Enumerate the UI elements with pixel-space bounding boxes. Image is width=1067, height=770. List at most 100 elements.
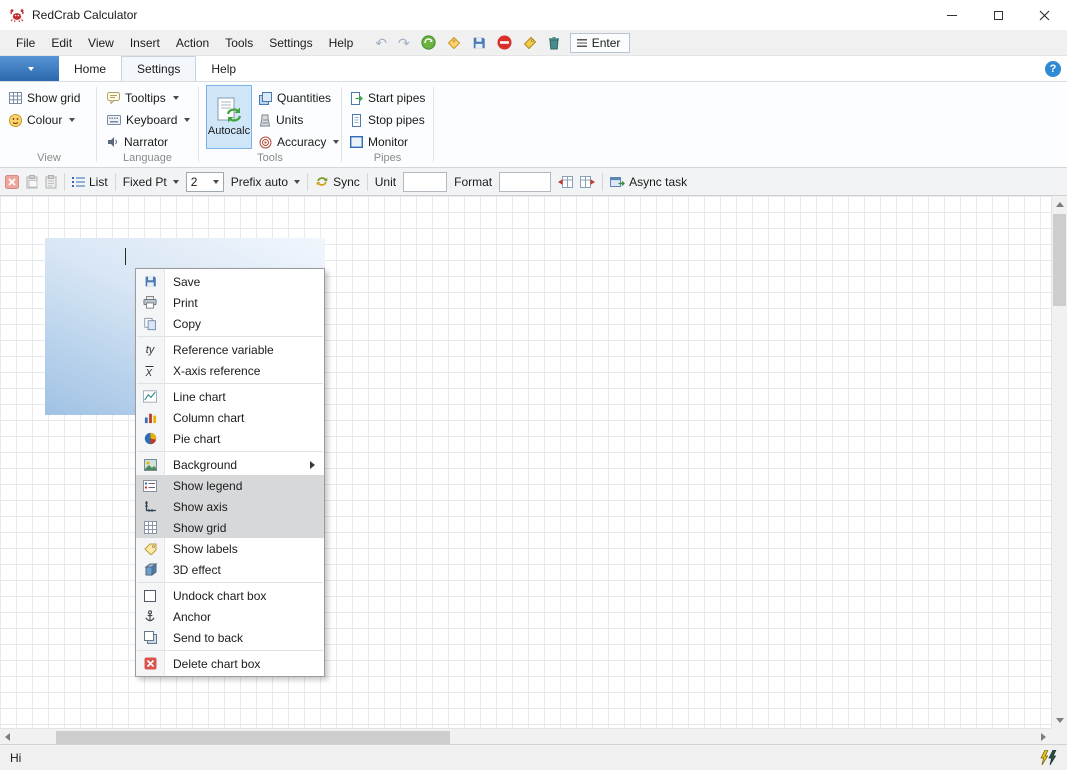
menu-item-column-chart[interactable]: Column chart xyxy=(136,407,324,428)
menu-action[interactable]: Action xyxy=(168,30,217,56)
horizontal-scroll-thumb[interactable] xyxy=(56,731,450,744)
scroll-up-button[interactable] xyxy=(1052,196,1067,212)
menu-item-save[interactable]: Save xyxy=(136,271,324,292)
tab-home-label: Home xyxy=(74,61,107,76)
menu-item-delete-chart-box[interactable]: Delete chart box xyxy=(136,653,324,674)
menu-item-undock-chart-box[interactable]: Undock chart box xyxy=(136,585,324,606)
autocalc-icon xyxy=(216,97,242,123)
menu-item-show-legend[interactable]: Show legend xyxy=(136,475,324,496)
async-task-button[interactable]: Async task xyxy=(610,175,687,189)
menu-item-reference-variable[interactable]: ty Reference variable xyxy=(136,339,324,360)
menu-item-delete-chart-box-label: Delete chart box xyxy=(173,656,261,671)
vertical-scrollbar[interactable] xyxy=(1051,196,1067,728)
menu-file[interactable]: File xyxy=(8,30,43,56)
menu-item-copy[interactable]: Copy xyxy=(136,313,324,334)
narrator-button[interactable]: Narrator xyxy=(104,132,171,152)
ribbon-tab-row: Home Settings Help ? xyxy=(0,56,1067,82)
minimize-button[interactable] xyxy=(929,0,975,30)
menu-settings[interactable]: Settings xyxy=(261,30,320,56)
reference-variable-icon: ty xyxy=(145,343,155,356)
table-arrow-left-icon[interactable] xyxy=(558,175,574,188)
save-icon[interactable] xyxy=(472,36,486,50)
column-chart-icon xyxy=(136,411,164,424)
keyboard-button[interactable]: Keyboard xyxy=(104,110,193,130)
chevron-down-icon xyxy=(69,118,76,122)
update-icon[interactable] xyxy=(421,35,436,50)
menu-item-send-to-back[interactable]: Send to back xyxy=(136,627,324,648)
paste-icon[interactable] xyxy=(26,174,38,189)
flash-sync-icon[interactable] xyxy=(1039,749,1057,766)
tooltips-button[interactable]: Tooltips xyxy=(104,88,182,108)
tab-settings[interactable]: Settings xyxy=(121,56,197,81)
menu-tools[interactable]: Tools xyxy=(217,30,261,56)
tab-home[interactable]: Home xyxy=(59,56,121,81)
menu-separator xyxy=(137,650,323,651)
colour-button[interactable]: Colour xyxy=(6,110,78,130)
stop-pipes-button[interactable]: Stop pipes xyxy=(347,110,428,130)
accuracy-button[interactable]: Accuracy xyxy=(256,132,342,152)
menu-insert[interactable]: Insert xyxy=(122,30,168,56)
colour-label: Colour xyxy=(27,113,63,127)
close-button[interactable] xyxy=(1021,0,1067,30)
application-menu-tab[interactable] xyxy=(0,56,59,81)
menu-item-background[interactable]: Background xyxy=(136,454,324,475)
menu-item-anchor[interactable]: Anchor xyxy=(136,606,324,627)
vertical-scroll-thumb[interactable] xyxy=(1053,214,1066,306)
stop-icon[interactable] xyxy=(497,35,512,50)
scroll-down-button[interactable] xyxy=(1052,712,1067,728)
menu-view[interactable]: View xyxy=(80,30,122,56)
table-arrow-right-icon[interactable] xyxy=(580,175,596,188)
menu-help[interactable]: Help xyxy=(321,30,362,56)
chevron-down-icon xyxy=(172,96,179,100)
menu-item-print[interactable]: Print xyxy=(136,292,324,313)
menu-item-3d-effect[interactable]: 3D effect xyxy=(136,559,324,580)
precision-combobox[interactable]: 2 xyxy=(185,171,224,192)
delete-x-icon[interactable] xyxy=(5,174,19,189)
format-input[interactable] xyxy=(499,171,552,192)
start-pipes-button[interactable]: Start pipes xyxy=(347,88,428,108)
stop-pipes-label: Stop pipes xyxy=(368,113,425,127)
redo-icon[interactable]: ↷ xyxy=(398,36,410,50)
monitor-button[interactable]: Monitor xyxy=(347,132,411,152)
unit-input[interactable] xyxy=(403,171,448,192)
tag-icon[interactable] xyxy=(447,36,461,50)
menu-item-print-label: Print xyxy=(173,295,198,310)
undo-icon[interactable]: ↶ xyxy=(375,36,387,50)
menu-item-send-to-back-label: Send to back xyxy=(173,630,244,645)
menu-item-show-legend-label: Show legend xyxy=(173,478,243,493)
help-button[interactable]: ? xyxy=(1045,60,1061,77)
autocalc-button[interactable]: Autocalc xyxy=(206,85,252,149)
window-controls xyxy=(929,0,1067,30)
format-label: Format xyxy=(454,174,493,189)
accuracy-label: Accuracy xyxy=(277,135,327,149)
menu-item-show-axis[interactable]: Show axis xyxy=(136,496,324,517)
monitor-icon xyxy=(350,136,363,148)
menu-edit[interactable]: Edit xyxy=(43,30,80,56)
trash-icon[interactable] xyxy=(548,36,560,50)
maximize-button[interactable] xyxy=(975,0,1021,30)
scrollbar-corner xyxy=(1051,728,1067,744)
sync-button[interactable]: Sync xyxy=(315,175,360,189)
chevron-down-icon xyxy=(333,140,340,144)
scroll-right-button[interactable] xyxy=(1036,729,1051,745)
quantities-label: Quantities xyxy=(277,91,332,105)
fixed-pt-dropdown[interactable]: Fixed Pt xyxy=(123,175,179,189)
show-grid-button[interactable]: Show grid xyxy=(6,88,83,108)
paste-special-icon[interactable] xyxy=(45,174,57,189)
horizontal-scrollbar[interactable] xyxy=(0,728,1051,744)
menu-item-pie-chart[interactable]: Pie chart xyxy=(136,428,324,449)
units-button[interactable]: Units xyxy=(256,110,306,130)
scroll-left-button[interactable] xyxy=(0,729,15,745)
menu-item-x-axis-reference[interactable]: X X-axis reference xyxy=(136,360,324,381)
prefix-dropdown[interactable]: Prefix auto xyxy=(231,175,301,189)
tooltips-label: Tooltips xyxy=(125,91,166,105)
menu-item-show-labels[interactable]: Show labels xyxy=(136,538,324,559)
list-button[interactable]: List xyxy=(72,175,108,189)
quantities-button[interactable]: Quantities xyxy=(256,88,334,108)
menu-item-line-chart[interactable]: Line chart xyxy=(136,386,324,407)
menu-item-show-grid[interactable]: Show grid xyxy=(136,517,324,538)
label-icon[interactable] xyxy=(523,36,537,50)
async-task-label: Async task xyxy=(629,174,688,189)
enter-button[interactable]: Enter xyxy=(569,32,631,53)
tab-help[interactable]: Help xyxy=(196,56,251,81)
